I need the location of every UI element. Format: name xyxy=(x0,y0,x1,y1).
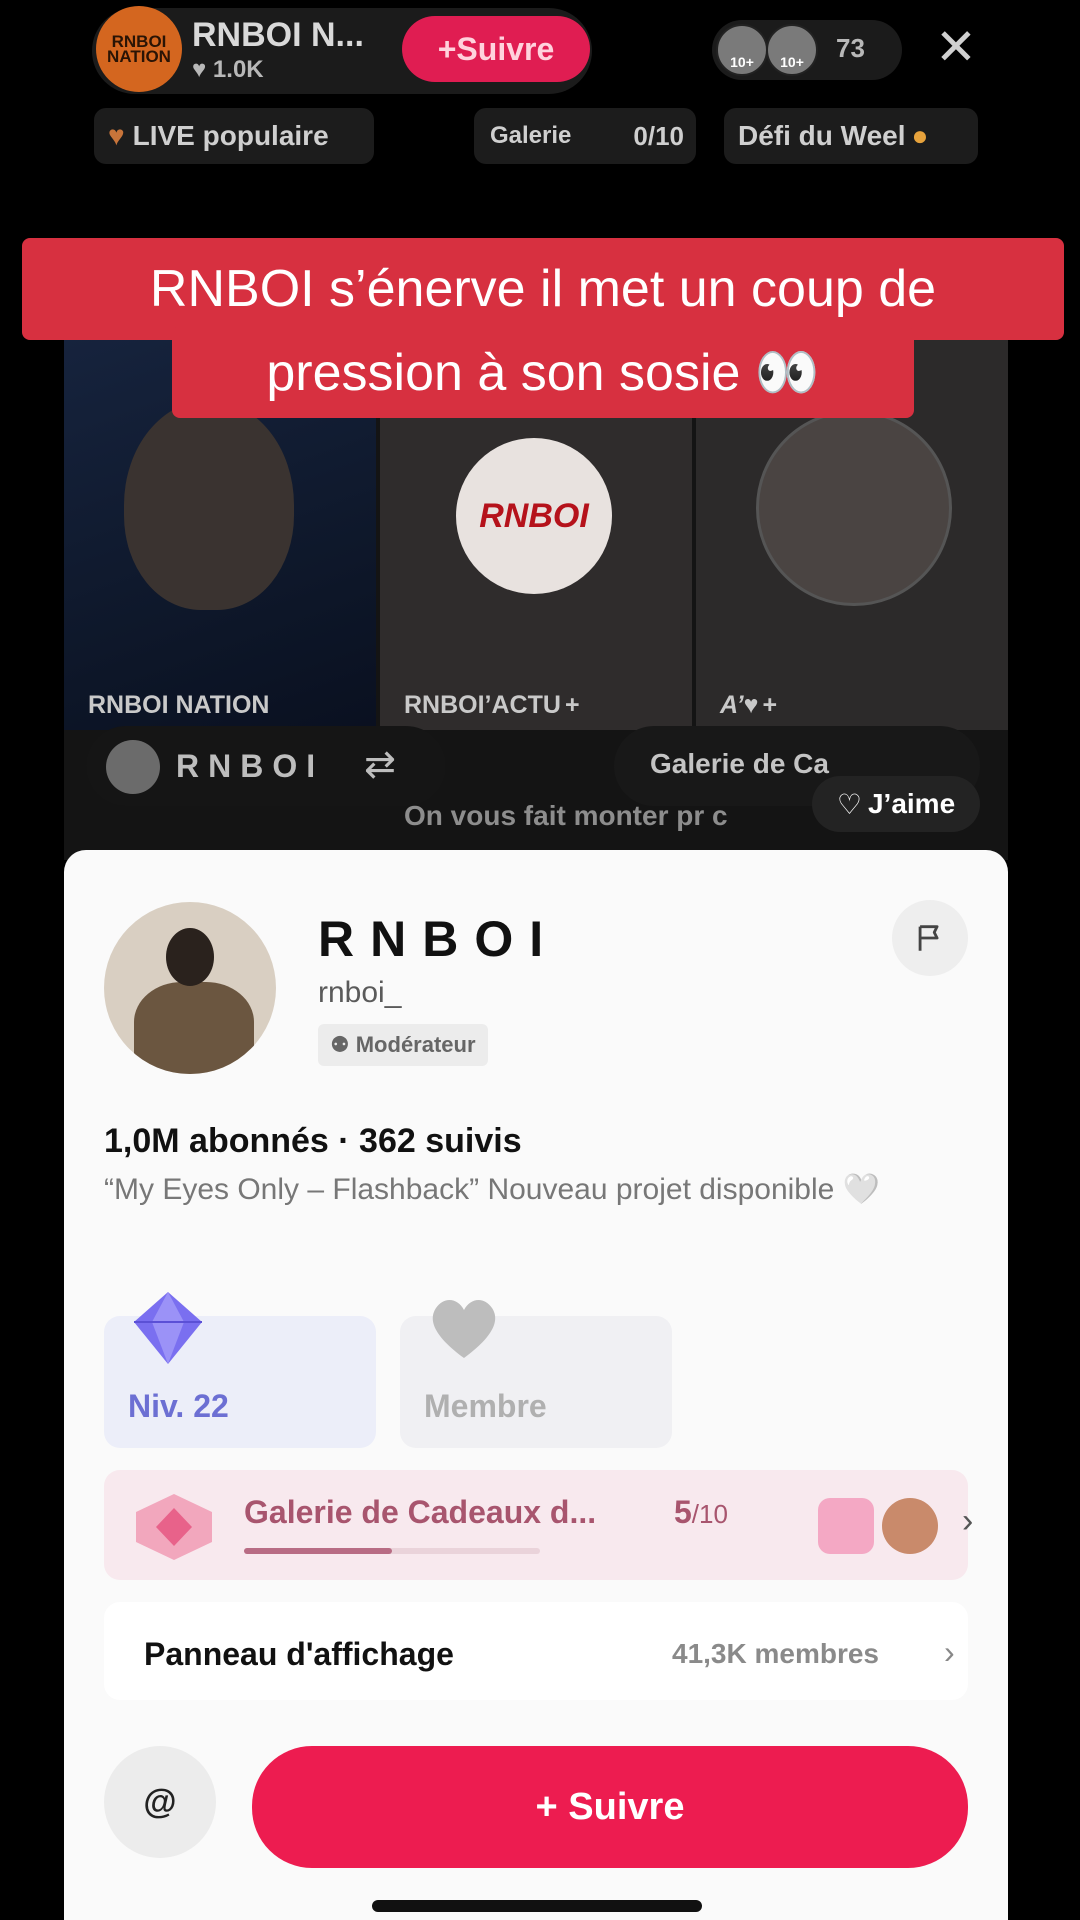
gallery-chip-label: Galerie xyxy=(490,122,572,149)
gift-icon xyxy=(882,1498,938,1554)
mention-button[interactable]: @ xyxy=(104,1746,216,1858)
chevron-right-icon: › xyxy=(962,1502,974,1540)
moderator-label: Modérateur xyxy=(355,1032,476,1057)
gift-gallery-count-total: /10 xyxy=(691,1499,728,1529)
viewer-avatar[interactable]: 10+ xyxy=(766,24,818,76)
host-switch-name: RNBOI xyxy=(176,748,325,784)
gift-icon xyxy=(818,1498,874,1554)
follower-stats[interactable]: 1,0M abonnés · 362 suivis xyxy=(104,1122,522,1161)
avatar[interactable] xyxy=(106,740,160,794)
avatar-figure-head xyxy=(166,928,214,986)
gift-gallery-count: 5/10 xyxy=(674,1494,728,1531)
caption-line-1: RNBOI s’énerve il met un coup de xyxy=(22,238,1064,340)
follow-host-button[interactable]: + Suivre xyxy=(402,16,590,82)
guest-video xyxy=(124,400,294,610)
bulletin-board-row[interactable]: Panneau d'affichage 41,3K membres › xyxy=(104,1602,968,1700)
gift-gallery-progress xyxy=(244,1548,540,1554)
follow-host-label: Suivre xyxy=(456,30,555,67)
rnboi-logo: RNBOI xyxy=(456,438,612,594)
avatar[interactable] xyxy=(104,902,276,1074)
flag-icon xyxy=(918,925,939,951)
host-likes-value: 1.0K xyxy=(212,56,264,83)
heart-icon: ♥ xyxy=(108,120,125,151)
viewer-avatar[interactable]: 10+ xyxy=(716,24,768,76)
gift-gallery-count-value: 5 xyxy=(674,1494,692,1530)
guest-name: A’♥ + xyxy=(720,691,777,720)
home-indicator[interactable] xyxy=(372,1900,702,1912)
chevron-right-icon: › xyxy=(944,1634,955,1670)
profile-bio: “My Eyes Only – Flashback” Nouveau proje… xyxy=(104,1173,881,1206)
gift-gallery-progress-fill xyxy=(244,1548,392,1554)
host-name[interactable]: RNBOI N... xyxy=(192,16,364,55)
gift-gallery-pill-label: Galerie de Ca xyxy=(650,748,829,779)
weekend-challenge-chip[interactable]: Défi du Weel ● xyxy=(724,108,978,164)
close-icon[interactable]: ✕ xyxy=(935,22,977,72)
member-label: Membre xyxy=(424,1388,547,1424)
host-likes: ♥ 1.0K xyxy=(192,56,264,84)
gift-gallery-title: Galerie de Cadeaux d... xyxy=(244,1494,597,1530)
plus-icon: + xyxy=(437,30,457,67)
heart-outline-icon: ♡ xyxy=(836,788,862,820)
viewer-count: 73 xyxy=(836,33,865,63)
caption-line-2: pression à son sosie 👀 xyxy=(172,326,914,418)
live-popular-label: LIVE populaire xyxy=(132,120,329,151)
guest-name: RNBOI NATION xyxy=(88,691,270,719)
member-card[interactable]: Membre xyxy=(400,1299,672,1448)
profile-handle: rnboi_ xyxy=(318,976,402,1009)
globe-icon: ● xyxy=(911,120,929,151)
profile-name: RNBOI xyxy=(318,911,560,967)
add-icon[interactable]: + xyxy=(565,691,580,719)
gallery-chip[interactable]: Galerie 0/10 xyxy=(474,108,696,164)
diamond-icon xyxy=(134,1292,202,1364)
like-button[interactable]: ♡ J’aime xyxy=(812,776,980,832)
report-flag-button[interactable] xyxy=(892,900,968,976)
moderator-icon: ⚉ xyxy=(330,1032,350,1057)
level-card[interactable]: Niv. 22 xyxy=(104,1292,376,1448)
bulletin-board-members: 41,3K membres xyxy=(672,1638,880,1669)
weekend-challenge-label: Défi du Weel xyxy=(738,120,906,151)
gift-gallery-row[interactable]: Galerie de Cadeaux d... 5/10 › xyxy=(104,1470,973,1580)
host-avatar[interactable]: RNBOI NATION xyxy=(96,6,182,92)
chat-comment: On vous fait monter pr c xyxy=(404,800,728,831)
heart-icon: ♥ xyxy=(192,56,207,83)
add-icon[interactable]: + xyxy=(762,691,777,719)
swap-icon[interactable]: ⇄ xyxy=(364,742,396,787)
moderator-badge: ⚉ Modérateur xyxy=(318,1024,488,1066)
follow-button[interactable]: + Suivre xyxy=(252,1746,968,1868)
guest-name: RNBOI’ACTU + xyxy=(404,691,580,720)
heart-icon xyxy=(432,1299,496,1358)
like-label: J’aime xyxy=(867,788,956,819)
avatar-figure xyxy=(134,982,254,1074)
guest-avatar-ring xyxy=(756,410,952,606)
guest-name-text: RNBOI’ACTU xyxy=(404,691,561,719)
live-popular-chip[interactable]: ♥ LIVE populaire xyxy=(94,108,374,164)
guest-name-text: A’♥ xyxy=(720,691,759,719)
gallery-chip-count: 0/10 xyxy=(633,120,684,151)
profile-sheet: RNBOI rnboi_ ⚉ Modérateur 1,0M abonnés ·… xyxy=(64,850,1008,1920)
gift-gallery-icon xyxy=(136,1494,212,1560)
bulletin-board-title: Panneau d'affichage xyxy=(144,1636,454,1672)
level-label: Niv. 22 xyxy=(128,1388,229,1424)
